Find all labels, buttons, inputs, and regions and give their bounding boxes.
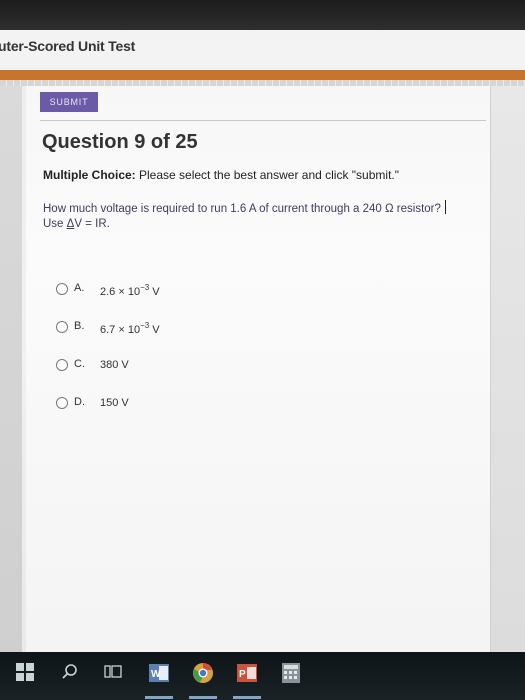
prompt-line: How much voltage is required to run 1.6 … [43,200,483,217]
prompt-formula: V = IR. [74,218,110,230]
svg-text:P: P [239,669,246,680]
option-a[interactable]: A. 2.6 × 10−3 V [56,282,276,298]
option-value: 2.6 × 10−3 V [100,283,160,298]
app-titlebar: uter-Scored Unit Test [0,30,525,71]
radio-button[interactable] [56,397,68,409]
option-mantissa: 150 V [100,397,129,409]
windows-start-icon[interactable] [16,662,36,682]
option-letter: B. [74,320,85,332]
divider [40,120,486,121]
header-banner [0,70,525,80]
option-mantissa: 2.6 × 10 [100,286,141,298]
powerpoint-icon[interactable]: P [236,662,257,682]
option-mantissa: 6.7 × 10 [100,324,141,336]
option-unit: V [149,286,160,298]
instructions: Multiple Choice: Please select the best … [43,168,399,182]
right-margin [491,86,525,652]
svg-text:W: W [151,669,161,680]
radio-button[interactable] [56,359,68,371]
radio-button[interactable] [56,321,68,333]
option-mantissa: 380 V [100,359,129,371]
screen: uter-Scored Unit Test SUBMIT Question 9 … [0,30,525,652]
monitor-bezel [0,0,525,30]
option-letter: D. [74,396,85,408]
option-letter: C. [74,358,85,370]
option-value: 6.7 × 10−3 V [100,321,160,336]
question-panel: SUBMIT Question 9 of 25 Multiple Choice:… [26,86,491,652]
option-d[interactable]: D. 150 V [56,396,276,412]
prompt-formula-line: Use ΔV = IR. [43,217,483,232]
question-prompt: How much voltage is required to run 1.6 … [43,200,483,232]
option-c[interactable]: C. 380 V [56,358,276,374]
option-value: 150 V [100,397,129,409]
option-b[interactable]: B. 6.7 × 10−3 V [56,320,276,336]
option-exponent: −3 [140,283,150,292]
option-exponent: −3 [140,321,150,330]
option-value: 380 V [100,359,129,371]
option-letter: A. [74,282,85,294]
question-title: Question 9 of 25 [42,131,198,153]
radio-button[interactable] [56,283,68,295]
word-icon[interactable]: W [148,662,169,682]
submit-button[interactable]: SUBMIT [40,92,98,112]
active-app-indicator [189,696,217,699]
prompt-use: Use [43,218,64,230]
instructions-prefix: Multiple Choice: [43,168,136,182]
search-icon[interactable] [60,662,80,682]
task-view-icon[interactable] [103,662,123,682]
option-unit: V [149,324,160,336]
chrome-icon[interactable] [192,662,213,683]
calculator-icon[interactable] [280,662,300,683]
text-cursor [444,200,446,214]
instructions-text: Please select the best answer and click … [139,168,399,182]
taskbar: W P [0,652,525,700]
prompt-text: How much voltage is required to run 1.6 … [43,203,441,215]
active-app-indicator [233,696,261,699]
left-rail [0,86,22,652]
app-title: uter-Scored Unit Test [0,38,136,54]
active-app-indicator [145,696,173,699]
